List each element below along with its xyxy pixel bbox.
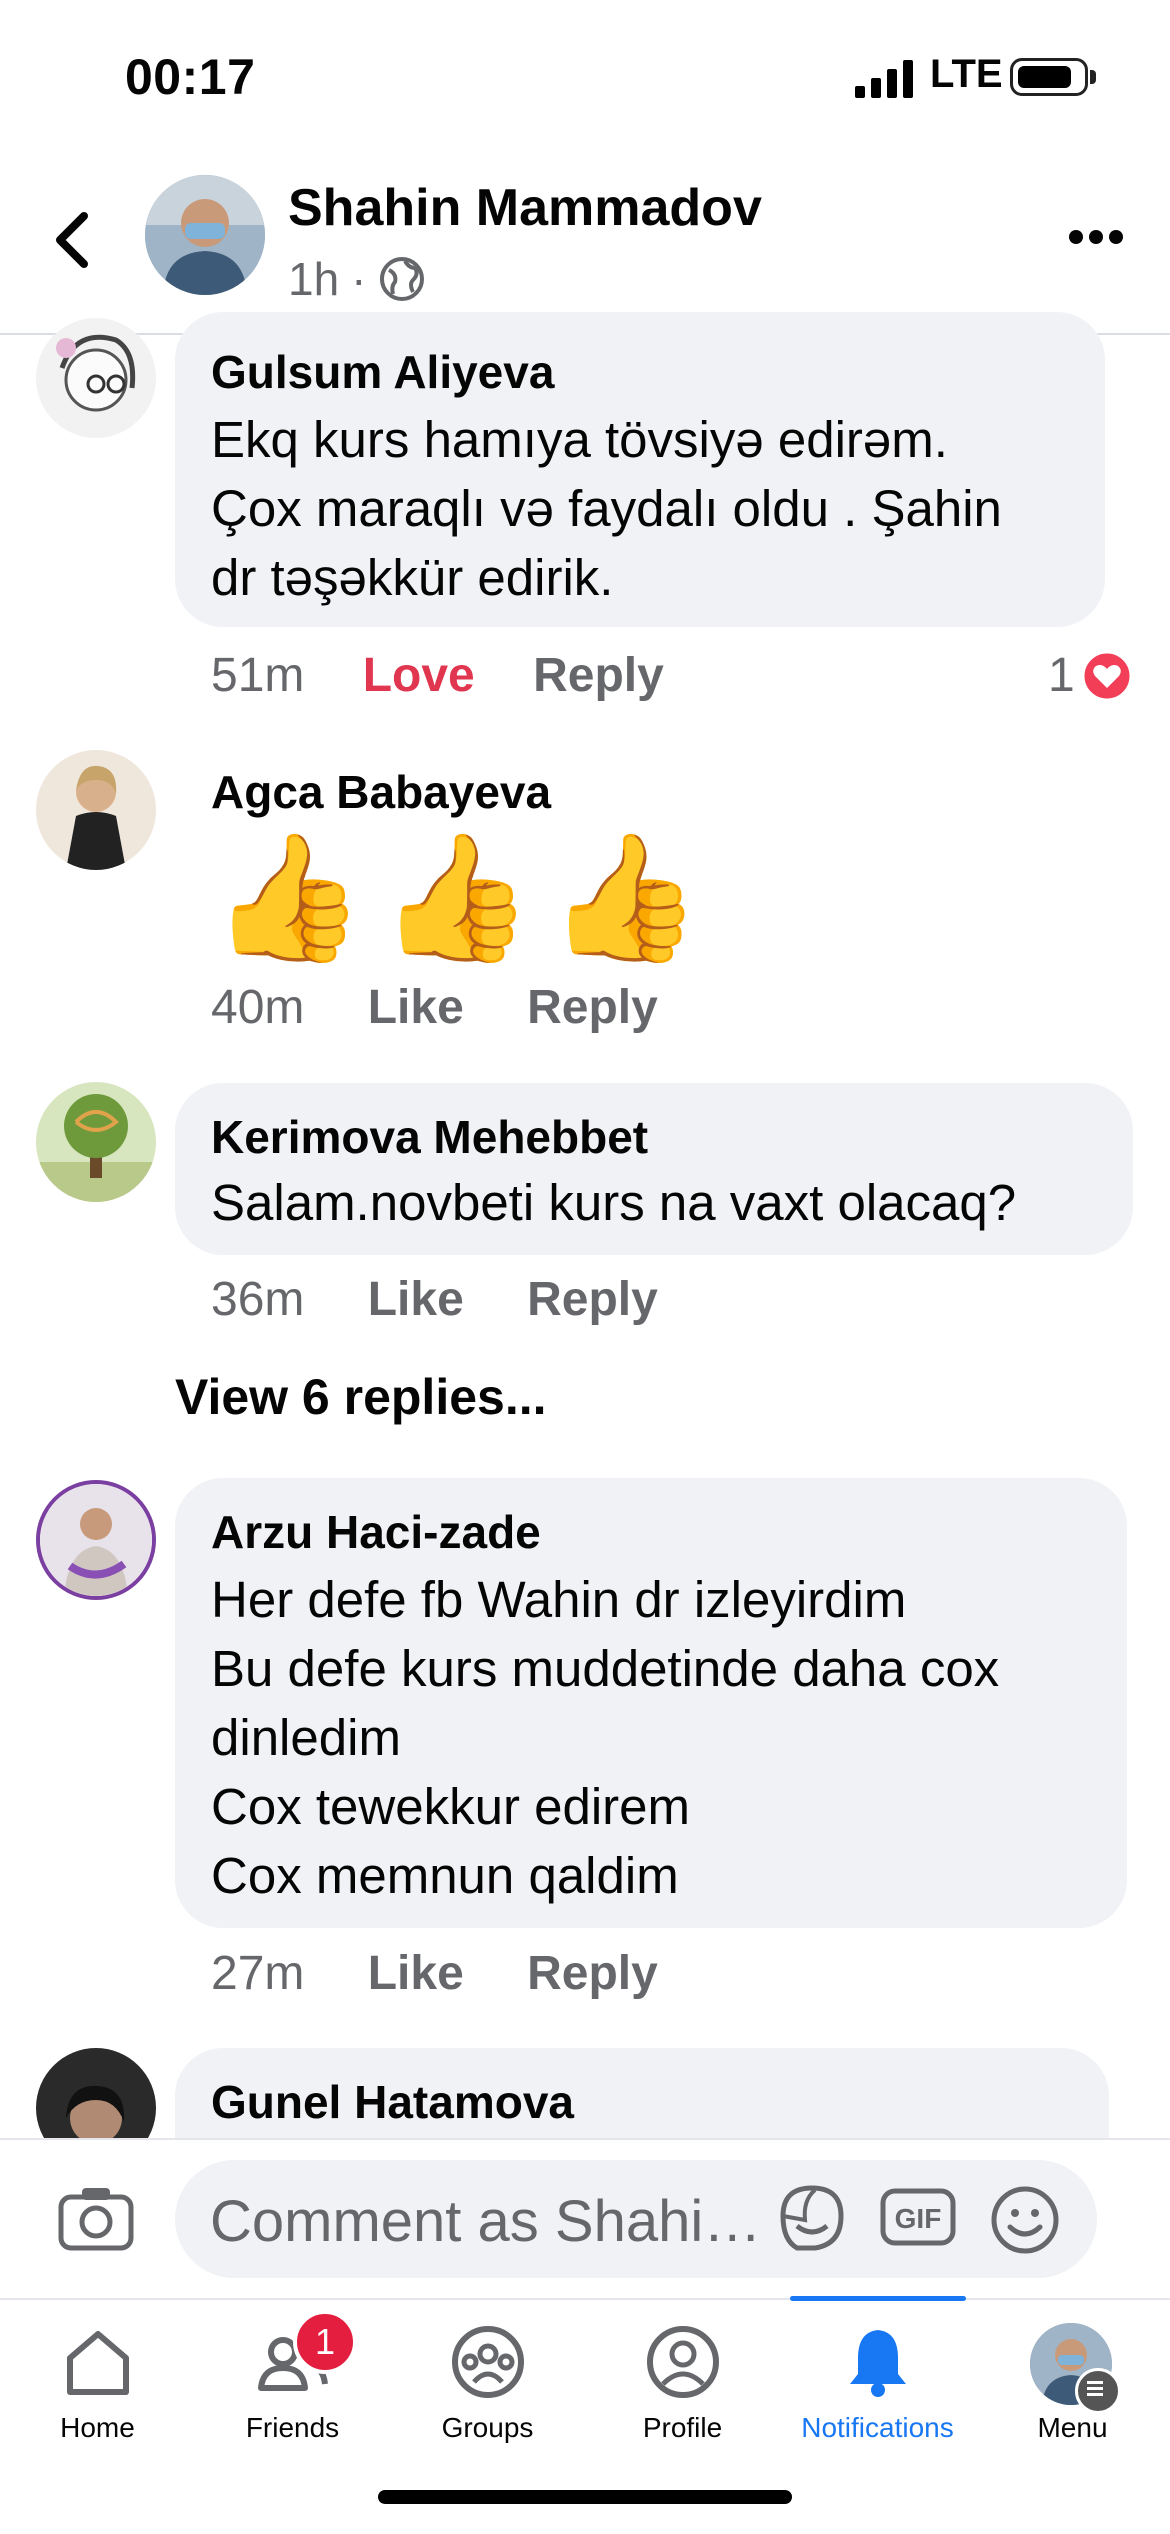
- post-meta: 1h ·: [288, 252, 425, 306]
- commenter-name[interactable]: Gulsum Aliyeva: [211, 345, 554, 399]
- commenter-avatar[interactable]: [36, 1480, 156, 1600]
- groups-icon: [451, 2326, 524, 2398]
- like-button[interactable]: Like: [368, 1273, 464, 1326]
- commenter-avatar[interactable]: [36, 318, 156, 438]
- reaction-count: 1: [1048, 649, 1075, 702]
- view-replies-link[interactable]: View 6 replies...: [175, 1368, 547, 1426]
- comment-text: Her defe fb Wahin dr izleyirdim Bu defe …: [211, 1571, 1000, 1904]
- globe-icon: [379, 257, 424, 301]
- comment-time: 51m: [211, 649, 305, 702]
- post-age: 1h: [288, 253, 340, 305]
- comment-time: 36m: [211, 1273, 305, 1326]
- comment-actions: 40m Like Reply: [211, 980, 658, 1035]
- commenter-avatar[interactable]: [36, 750, 156, 870]
- more-options-icon[interactable]: [1068, 228, 1124, 246]
- tab-label: Home: [60, 2412, 135, 2443]
- like-button[interactable]: Like: [368, 1947, 464, 2000]
- signal-icon: [855, 60, 913, 98]
- commenter-name[interactable]: Gunel Hatamova: [211, 2075, 574, 2129]
- reply-button[interactable]: Reply: [527, 1273, 658, 1326]
- comment-time: 40m: [211, 981, 305, 1034]
- friends-badge: 1: [293, 2310, 357, 2374]
- heart-reaction-icon: [1081, 650, 1133, 701]
- back-icon[interactable]: [52, 210, 92, 270]
- tab-groups[interactable]: Groups: [390, 2322, 585, 2444]
- comment-text: Salam.novbeti kurs na vaxt olacaq?: [211, 1174, 1017, 1231]
- gif-icon[interactable]: GIF: [880, 2188, 956, 2246]
- thumbs-up-emoji: 👍: [547, 829, 703, 967]
- commenter-name[interactable]: Arzu Haci-zade: [211, 1505, 541, 1559]
- tab-label: Groups: [441, 2412, 534, 2443]
- emoji-icon[interactable]: [990, 2185, 1060, 2255]
- author-avatar[interactable]: [145, 175, 265, 295]
- bell-icon: [849, 2330, 906, 2397]
- tab-label: Profile: [642, 2412, 723, 2443]
- reply-button[interactable]: Reply: [533, 649, 664, 702]
- comment-actions: 27m Like Reply: [211, 1946, 658, 2001]
- home-icon: [66, 2331, 129, 2395]
- tab-home[interactable]: Home: [0, 2322, 195, 2444]
- network-type: LTE: [930, 52, 1003, 96]
- comment-text: Ekq kurs hamıya tövsiyə edirəm. Çox mara…: [211, 411, 1002, 606]
- tab-profile[interactable]: Profile: [585, 2322, 780, 2444]
- thumbs-up-emoji: 👍: [379, 829, 534, 967]
- meta-separator: ·: [351, 253, 367, 305]
- reply-button[interactable]: Reply: [527, 981, 658, 1034]
- home-indicator: [378, 2490, 792, 2504]
- reaction-summary[interactable]: 1: [1048, 648, 1133, 703]
- love-button[interactable]: Love: [363, 649, 475, 702]
- tab-label: Menu: [1037, 2412, 1108, 2443]
- like-button[interactable]: Like: [368, 981, 464, 1034]
- comment-time: 27m: [211, 1947, 305, 2000]
- thumbs-up-emoji: 👍: [211, 829, 366, 967]
- camera-icon[interactable]: [58, 2185, 134, 2251]
- tab-notifications[interactable]: Notifications: [780, 2322, 975, 2444]
- commenter-avatar[interactable]: [36, 1082, 156, 1202]
- menu-icon: [1075, 2368, 1121, 2414]
- battery-tip: [1090, 70, 1096, 84]
- sticker-icon[interactable]: [775, 2180, 849, 2256]
- svg-text:GIF: GIF: [895, 2203, 942, 2234]
- active-tab-indicator: [790, 2296, 966, 2301]
- profile-icon: [646, 2326, 719, 2398]
- author-name[interactable]: Shahin Mammadov: [288, 178, 762, 238]
- comment-actions: 51m Love Reply: [211, 648, 664, 703]
- comment-emojis: 👍 👍 👍: [211, 828, 702, 968]
- battery-icon: [1010, 58, 1088, 96]
- tab-label: Notifications: [801, 2412, 954, 2443]
- comment-actions: 36m Like Reply: [211, 1272, 658, 1327]
- reply-button[interactable]: Reply: [527, 1947, 658, 2000]
- status-time: 00:17: [125, 49, 256, 105]
- commenter-name[interactable]: Kerimova Mehebbet: [211, 1110, 648, 1164]
- commenter-name[interactable]: Agca Babayeva: [211, 765, 551, 819]
- tab-label: Friends: [245, 2412, 340, 2443]
- comment-placeholder: Comment as Shahi…: [210, 2189, 762, 2254]
